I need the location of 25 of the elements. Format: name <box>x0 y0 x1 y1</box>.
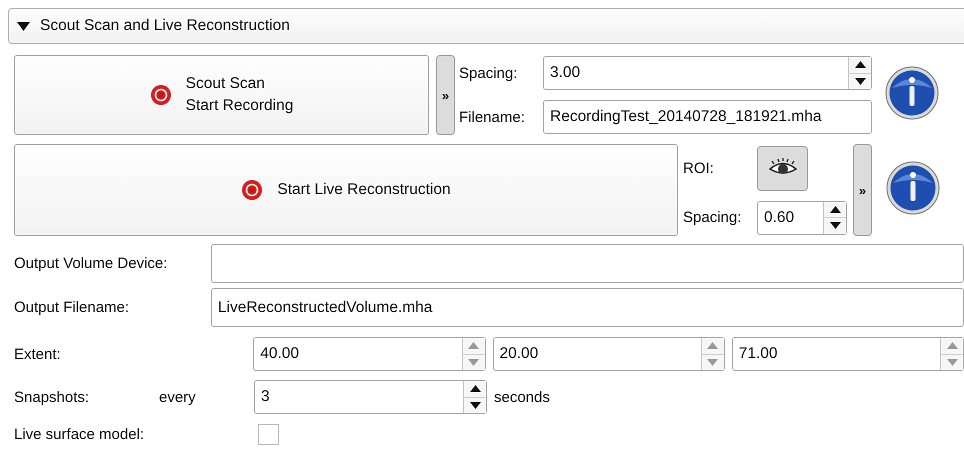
extent-field[interactable]: 71.00 <box>732 337 964 371</box>
roi-label: ROI: <box>683 160 715 176</box>
extent-label: Extent: <box>14 346 62 362</box>
spacing-label: Spacing: <box>459 64 518 82</box>
snapshots-label: Snapshots: <box>14 388 90 406</box>
filename-label: Filename: <box>459 108 526 126</box>
extent-field[interactable]: 40.00 <box>253 337 486 371</box>
output-volume-device-label: Output Volume Device: <box>14 255 168 272</box>
live-reconstruction-button[interactable]: Start Live Reconstruction <box>14 144 678 236</box>
filename-field[interactable]: RecordingTest_20140728_181921.mha <box>543 100 872 134</box>
seconds-label: seconds <box>494 388 550 406</box>
section-header[interactable]: Scout Scan and Live Reconstruction <box>8 8 964 44</box>
output-filename-field[interactable]: LiveReconstructedVolume.mha <box>210 288 964 327</box>
spacing-field[interactable]: 0.60 <box>757 200 847 234</box>
spacing-label: Spacing: <box>683 209 742 226</box>
scout-scan-button[interactable]: Scout Scan Start Recording <box>14 55 429 135</box>
spacing-field[interactable]: 3.00 <box>543 56 872 90</box>
live-surface-model-label: Live surface model: <box>14 426 146 443</box>
output-filename-label: Output Filename: <box>14 299 130 316</box>
section-title: Scout Scan and Live Reconstruction <box>40 17 290 35</box>
every-label: every <box>159 388 197 406</box>
expand-button[interactable]: » <box>853 144 872 236</box>
expand-button[interactable]: » <box>436 55 455 135</box>
extent-field[interactable]: 20.00 <box>492 337 725 371</box>
snapshot-interval-field[interactable]: 3 <box>254 380 487 414</box>
